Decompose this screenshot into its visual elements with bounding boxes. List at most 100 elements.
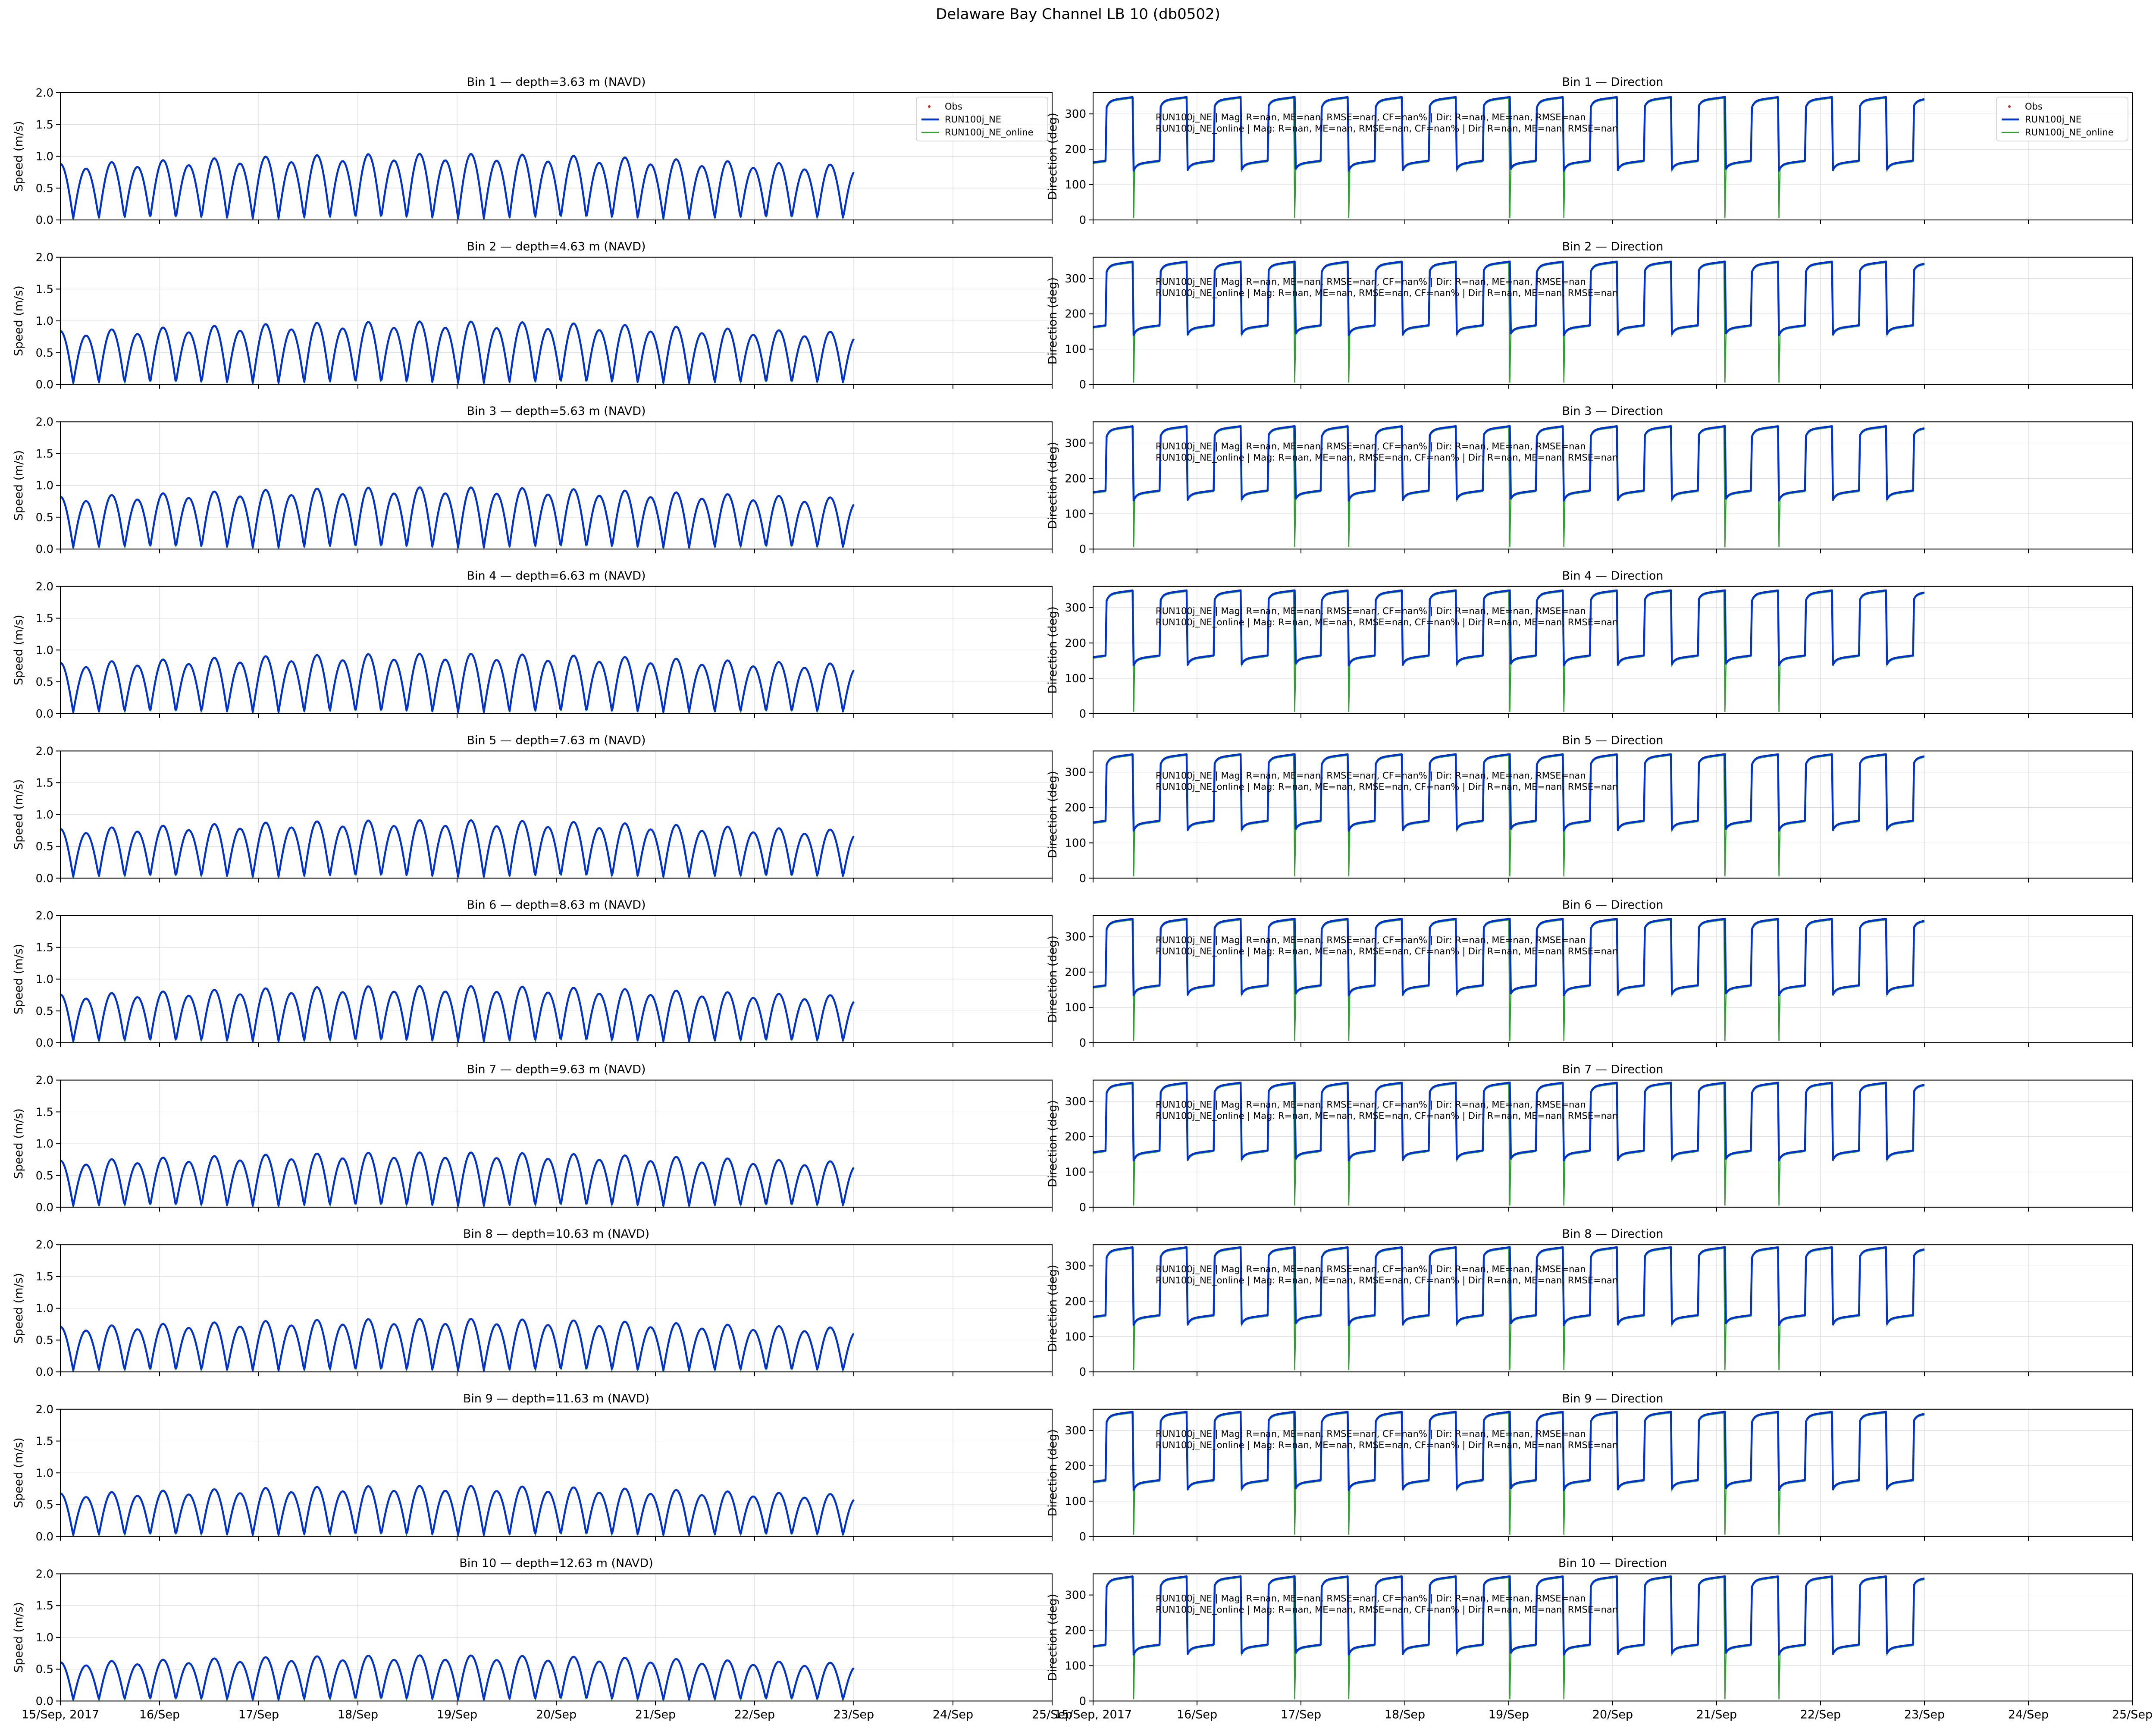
x-tick-label: 15/Sep, 2017	[1054, 1708, 1132, 1721]
panel-title: Bin 7 — Direction	[1562, 1063, 1663, 1076]
stats-run100j-ne: RUN100j_NE | Mag: R=nan, ME=nan, RMSE=na…	[1156, 1100, 1586, 1110]
legend: Obs RUN100j_NE RUN100j_NE_online	[1996, 97, 2128, 141]
stats-run100j-ne: RUN100j_NE | Mag: R=nan, ME=nan, RMSE=na…	[1156, 277, 1586, 288]
y-axis-label: Speed (m/s)	[12, 1108, 25, 1179]
y-tick-label: 1.0	[36, 644, 53, 657]
figure-title: Delaware Bay Channel LB 10 (db0502)	[936, 6, 1220, 23]
y-tick-label: 0.0	[36, 214, 53, 227]
y-tick-label: 2.0	[36, 1403, 53, 1416]
y-tick-label: 0.0	[36, 708, 53, 721]
y-tick-label: 300	[1065, 437, 1086, 450]
speed-panel: 0.0 0.5 1.0 1.5 2.0 Speed (m/s) Bin 6 — depth=…	[12, 898, 1053, 1050]
y-tick-label: 100	[1065, 179, 1086, 191]
y-axis-label: Direction (deg)	[1046, 1100, 1059, 1188]
y-axis-label: Speed (m/s)	[12, 779, 25, 850]
y-tick-label: 100	[1065, 1495, 1086, 1508]
y-tick-label: 0	[1079, 379, 1086, 392]
legend-label-run100j-ne-online: RUN100j_NE_online	[2025, 127, 2114, 138]
y-tick-label: 300	[1065, 1260, 1086, 1273]
x-tick-label: 25/Sep	[2112, 1708, 2153, 1721]
y-axis-label: Direction (deg)	[1046, 113, 1059, 200]
y-tick-label: 1.0	[36, 315, 53, 328]
legend-label-obs: Obs	[945, 101, 962, 112]
y-axis-label: Speed (m/s)	[12, 121, 25, 192]
panel-title: Bin 2 — Direction	[1562, 240, 1663, 254]
panel-title: Bin 1 — depth=3.63 m (NAVD)	[467, 75, 646, 89]
y-tick-label: 0.5	[36, 1499, 53, 1512]
y-tick-label: 2.0	[36, 416, 53, 429]
y-tick-label: 2.0	[36, 1568, 53, 1581]
y-tick-label: 1.0	[36, 809, 53, 822]
y-tick-label: 0.5	[36, 841, 53, 853]
y-tick-label: 1.5	[36, 448, 53, 461]
panel-title: Bin 6 — Direction	[1562, 898, 1663, 912]
bin-row-3: 0.0 0.5 1.0 1.5 2.0 Speed (m/s) Bin 3 — depth=…	[12, 405, 2133, 556]
y-tick-label: 300	[1065, 931, 1086, 944]
y-tick-label: 1.0	[36, 1138, 53, 1151]
direction-panel: 0 100 200 300 Direction (deg) 15/Sep, 2017 16/…	[1046, 1556, 2153, 1721]
y-tick-label: 1.0	[36, 1631, 53, 1644]
bin-row-7: 0.0 0.5 1.0 1.5 2.0 Speed (m/s) Bin 7 — depth=…	[12, 1063, 2133, 1214]
panel-title: Bin 10 — Direction	[1558, 1556, 1667, 1570]
y-tick-label: 200	[1065, 637, 1086, 650]
y-tick-label: 1.0	[36, 1302, 53, 1315]
speed-panel: 0.0 0.5 1.0 1.5 2.0 Speed (m/s) Bin 5 — depth=…	[12, 734, 1053, 885]
panel-title: Bin 1 — Direction	[1562, 75, 1663, 89]
y-tick-label: 200	[1065, 802, 1086, 815]
y-axis-label: Direction (deg)	[1046, 1429, 1059, 1517]
speed-panel: 0.0 0.5 1.0 1.5 2.0 Speed (m/s) Bin 2 — depth=…	[12, 240, 1053, 392]
bin-row-2: 0.0 0.5 1.0 1.5 2.0 Speed (m/s) Bin 2 — depth=…	[12, 240, 2133, 392]
y-tick-label: 0	[1079, 1366, 1086, 1379]
y-axis-label: Speed (m/s)	[12, 615, 25, 685]
y-tick-label: 0.0	[36, 543, 53, 556]
y-tick-label: 1.0	[36, 973, 53, 986]
y-axis-label: Speed (m/s)	[12, 944, 25, 1015]
y-tick-label: 0	[1079, 543, 1086, 556]
y-tick-label: 2.0	[36, 251, 53, 264]
y-tick-label: 200	[1065, 308, 1086, 321]
x-tick-label: 20/Sep	[1592, 1708, 1633, 1721]
panel-title: Bin 7 — depth=9.63 m (NAVD)	[467, 1063, 646, 1076]
speed-panel: 0.0 0.5 1.0 1.5 2.0 Speed (m/s) Bin 1 — depth=…	[12, 75, 1053, 227]
y-axis-label: Speed (m/s)	[12, 1602, 25, 1673]
panel-title: Bin 6 — depth=8.63 m (NAVD)	[467, 898, 646, 912]
x-tick-label: 19/Sep	[437, 1708, 477, 1721]
y-axis-label: Direction (deg)	[1046, 935, 1059, 1023]
panel-title: Bin 9 — Direction	[1562, 1392, 1663, 1405]
legend-label-run100j-ne: RUN100j_NE	[2025, 114, 2081, 125]
panel-title: Bin 5 — Direction	[1562, 734, 1663, 747]
legend: Obs RUN100j_NE RUN100j_NE_online	[916, 97, 1048, 141]
y-tick-label: 200	[1065, 472, 1086, 485]
y-tick-label: 0	[1079, 1695, 1086, 1708]
speed-panel: 0.0 0.5 1.0 1.5 2.0 Speed (m/s) Bin 8 — depth=…	[12, 1227, 1053, 1379]
speed-panel: 0.0 0.5 1.0 1.5 2.0 Speed (m/s) Bin 4 — depth=…	[12, 569, 1053, 721]
stats-run100j-ne-online: RUN100j_NE_online | Mag: R=nan, ME=nan, …	[1156, 617, 1618, 628]
x-tick-label: 16/Sep	[1177, 1708, 1217, 1721]
x-tick-label: 17/Sep	[238, 1708, 279, 1721]
stats-run100j-ne: RUN100j_NE | Mag: R=nan, ME=nan, RMSE=na…	[1156, 1593, 1586, 1604]
y-tick-label: 0	[1079, 214, 1086, 227]
y-tick-label: 2.0	[36, 745, 53, 758]
y-tick-label: 100	[1065, 1330, 1086, 1343]
stats-run100j-ne-online: RUN100j_NE_online | Mag: R=nan, ME=nan, …	[1156, 288, 1618, 299]
direction-panel: 0 100 200 300 Direction (deg) Bin 8 — Directi…	[1046, 1227, 2133, 1379]
stats-run100j-ne-online: RUN100j_NE_online | Mag: R=nan, ME=nan, …	[1156, 1275, 1618, 1286]
stats-run100j-ne: RUN100j_NE | Mag: R=nan, ME=nan, RMSE=na…	[1156, 935, 1586, 946]
x-tick-label: 23/Sep	[1904, 1708, 1945, 1721]
y-tick-label: 100	[1065, 508, 1086, 521]
bin-row-6: 0.0 0.5 1.0 1.5 2.0 Speed (m/s) Bin 6 — depth=…	[12, 898, 2133, 1050]
direction-panel: 0 100 200 300 Direction (deg) Bin 7 — Directi…	[1046, 1063, 2133, 1214]
panels-container: 0.0 0.5 1.0 1.5 2.0 Speed (m/s) Bin 1 — depth=…	[12, 75, 2153, 1721]
y-axis-label: Direction (deg)	[1046, 606, 1059, 694]
y-tick-label: 0.5	[36, 1005, 53, 1018]
x-tick-label: 17/Sep	[1281, 1708, 1321, 1721]
panel-title: Bin 3 — Direction	[1562, 405, 1663, 418]
y-tick-label: 0.5	[36, 1663, 53, 1676]
y-axis-label: Speed (m/s)	[12, 1437, 25, 1508]
y-tick-label: 1.5	[36, 1106, 53, 1119]
y-tick-label: 200	[1065, 1295, 1086, 1308]
y-tick-label: 2.0	[36, 1239, 53, 1251]
y-tick-label: 1.5	[36, 777, 53, 790]
x-tick-label: 24/Sep	[2008, 1708, 2049, 1721]
y-tick-label: 200	[1065, 143, 1086, 156]
